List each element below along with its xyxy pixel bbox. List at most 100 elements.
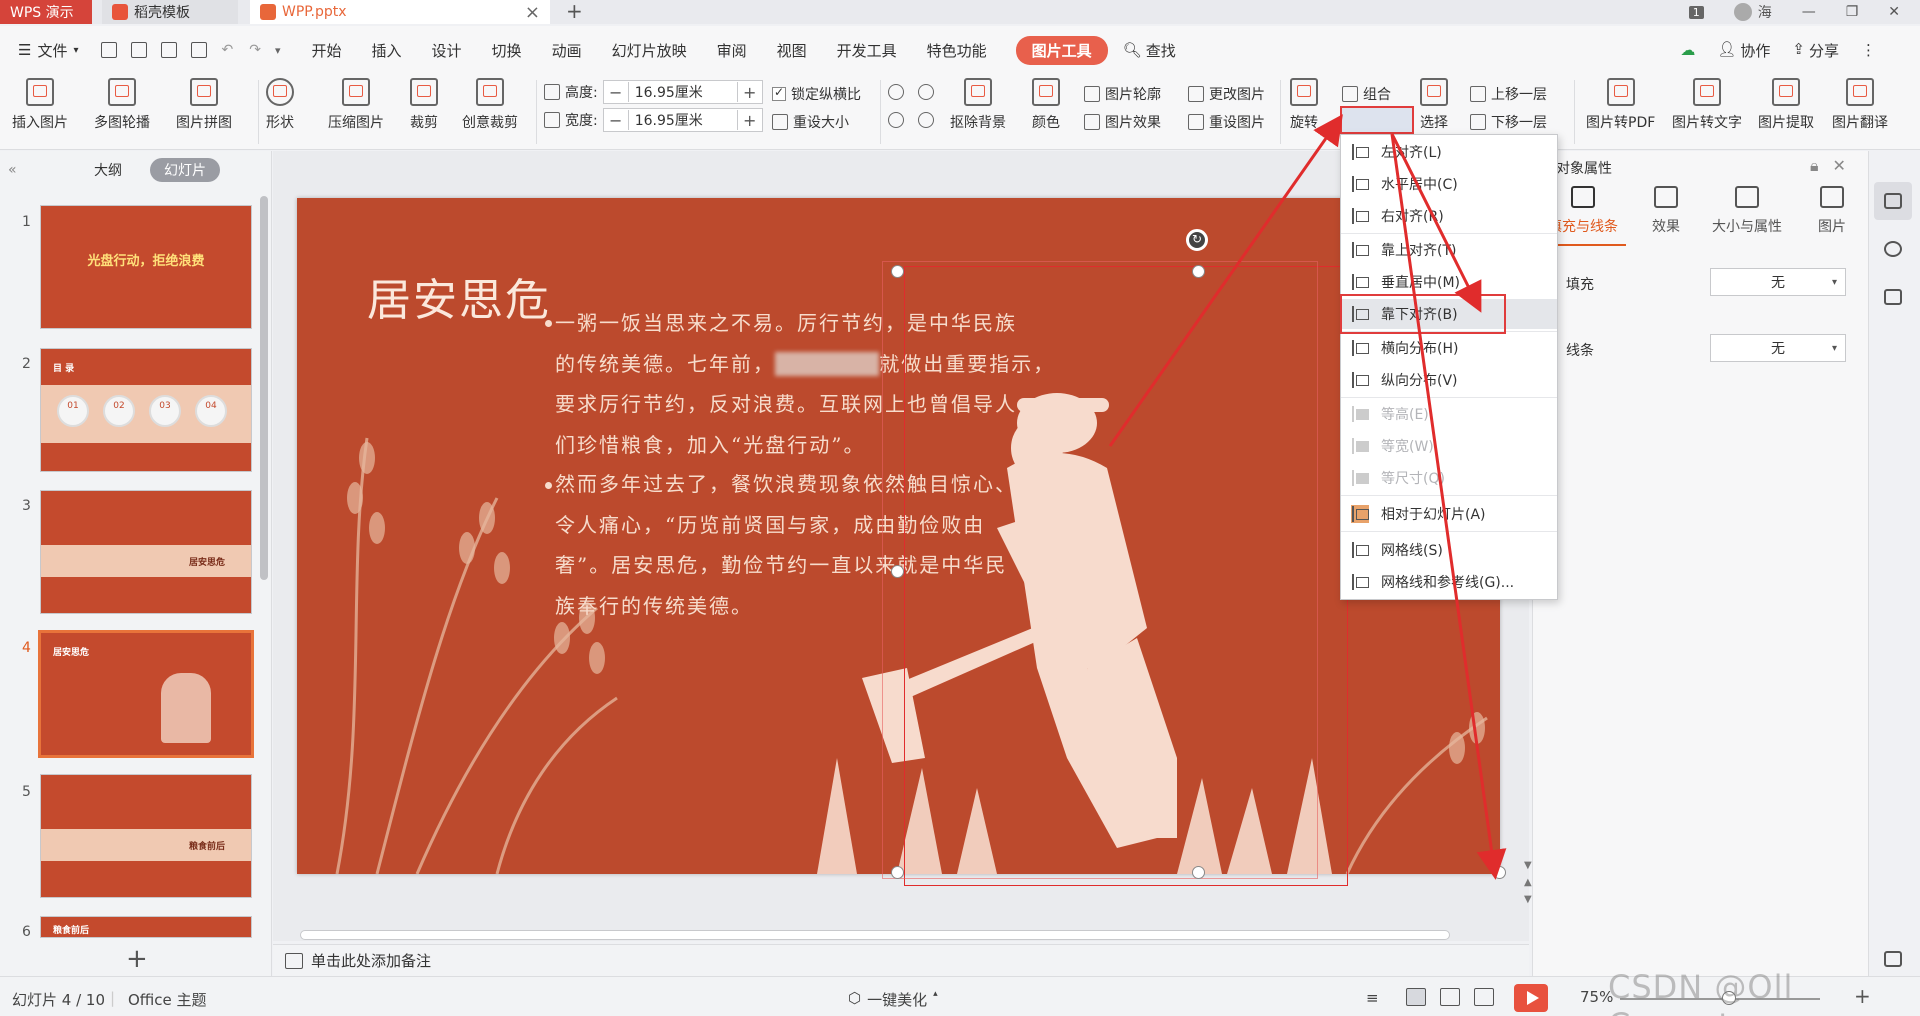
multi-carousel-button[interactable]: 多图轮播 bbox=[94, 78, 150, 132]
width-stepper[interactable]: − 16.95厘米 + bbox=[602, 108, 763, 132]
group-button[interactable]: 组合 bbox=[1342, 84, 1391, 104]
reset-size-button[interactable]: 重设大小 bbox=[772, 112, 849, 132]
notes-toggle-icon[interactable]: ≡ bbox=[1366, 989, 1379, 1007]
crop-button[interactable]: 裁剪 bbox=[410, 78, 438, 132]
brightness-up-icon[interactable] bbox=[888, 84, 904, 100]
resize-handle-bottom[interactable] bbox=[1192, 866, 1205, 879]
collaborate-button[interactable]: 👤︎ 协作 bbox=[1717, 40, 1770, 61]
star-sidebar-button[interactable] bbox=[1874, 230, 1912, 268]
print-icon[interactable] bbox=[160, 42, 177, 58]
cloud-sync-icon[interactable]: ☁ bbox=[1680, 41, 1695, 59]
slide-thumbnail-3[interactable]: 居安思危 bbox=[40, 490, 252, 614]
creative-crop-button[interactable]: 创意裁剪 bbox=[462, 78, 518, 132]
brightness-down-icon[interactable] bbox=[888, 112, 904, 128]
properties-title[interactable]: 对象属性 bbox=[1556, 158, 1612, 178]
horizontal-scrollbar[interactable] bbox=[300, 930, 1450, 940]
normal-view-icon[interactable] bbox=[1406, 988, 1426, 1006]
minimize-icon[interactable]: — bbox=[1802, 4, 1816, 20]
menu-item-relative-to-slide[interactable]: 相对于幻灯片(A) bbox=[1341, 499, 1557, 529]
search-box[interactable]: 🔍︎ 查找 bbox=[1108, 40, 1191, 61]
image-outline-button[interactable]: 图片轮廓 bbox=[1084, 84, 1161, 104]
menu-transition[interactable]: 切换 bbox=[477, 40, 537, 61]
file-menu[interactable]: ☰ 文件 ▾ bbox=[0, 40, 94, 61]
shape-button[interactable]: 形状 bbox=[266, 78, 294, 132]
preview-icon[interactable] bbox=[190, 42, 207, 58]
menu-home[interactable]: 开始 bbox=[297, 40, 357, 61]
new-tab-button[interactable]: + bbox=[566, 0, 583, 24]
resize-handle-top[interactable] bbox=[1192, 265, 1205, 278]
collapse-panel-icon[interactable]: « bbox=[8, 162, 17, 178]
height-stepper[interactable]: − 16.95厘米 + bbox=[602, 80, 763, 104]
bring-forward-button[interactable]: 上移一层 bbox=[1470, 84, 1547, 104]
resize-handle-bottom-right[interactable] bbox=[1493, 866, 1506, 879]
beautify-button[interactable]: ⬡ 一键美化 ▴ bbox=[848, 989, 938, 1010]
tab-daoke-template[interactable]: 稻壳模板 bbox=[102, 0, 238, 24]
slide-thumbnail-1[interactable]: 光盘行动，拒绝浪费 bbox=[40, 205, 252, 329]
tab-effects[interactable]: 效果 bbox=[1652, 186, 1680, 236]
insert-image-button[interactable]: 插入图片 bbox=[12, 78, 68, 132]
image-to-pdf-button[interactable]: 图片转PDF bbox=[1586, 78, 1655, 132]
menu-item-gridlines[interactable]: 网格线(S) bbox=[1341, 535, 1557, 565]
menu-insert[interactable]: 插入 bbox=[357, 40, 417, 61]
share-button[interactable]: ⇪ 分享 bbox=[1792, 40, 1839, 61]
menu-item-align-middle[interactable]: 垂直居中(M) bbox=[1341, 267, 1557, 297]
height-input[interactable]: 16.95厘米 bbox=[627, 82, 738, 102]
compress-image-button[interactable]: 压缩图片 bbox=[328, 78, 384, 132]
slide-thumbnail-6[interactable]: 粮食前后 bbox=[40, 916, 252, 938]
export-icon[interactable] bbox=[130, 42, 147, 58]
slide-thumbnail-4[interactable]: 居安思危 bbox=[38, 630, 254, 758]
user-avatar[interactable]: 海 bbox=[1733, 2, 1772, 22]
image-translate-button[interactable]: 图片翻译 bbox=[1832, 78, 1888, 132]
add-slide-button[interactable]: + bbox=[126, 944, 148, 974]
menu-item-distribute-h[interactable]: 横向分布(H) bbox=[1341, 333, 1557, 363]
redo-icon[interactable]: ↷ bbox=[249, 42, 261, 58]
increase-height-button[interactable]: + bbox=[738, 83, 762, 102]
tab-picture[interactable]: 图片 bbox=[1818, 186, 1846, 236]
window-count-badge[interactable]: 1 bbox=[1688, 5, 1704, 19]
image-effect-button[interactable]: 图片效果 bbox=[1084, 112, 1161, 132]
image-to-text-button[interactable]: 图片转文字 bbox=[1672, 78, 1742, 132]
menu-item-align-right[interactable]: 右对齐(R) bbox=[1341, 201, 1557, 231]
send-backward-button[interactable]: 下移一层 bbox=[1470, 112, 1547, 132]
menu-item-align-top[interactable]: 靠上对齐(T) bbox=[1341, 235, 1557, 265]
menu-design[interactable]: 设计 bbox=[417, 40, 477, 61]
save-icon[interactable] bbox=[100, 42, 117, 58]
decrease-width-button[interactable]: − bbox=[604, 111, 628, 130]
slide-thumbnail-5[interactable]: 粮食前后 bbox=[40, 774, 252, 898]
menu-slideshow[interactable]: 幻灯片放映 bbox=[597, 40, 702, 61]
tab-wps-presentation[interactable]: WPS 演示 bbox=[0, 0, 92, 24]
line-select[interactable]: 无 ▾ bbox=[1710, 334, 1846, 362]
customize-chevron-icon[interactable]: ▾ bbox=[275, 44, 281, 57]
scroll-down-icon[interactable]: ▼ bbox=[1524, 860, 1532, 871]
play-slideshow-button[interactable] bbox=[1514, 984, 1548, 1012]
page-up-icon[interactable]: ▲ bbox=[1524, 877, 1532, 888]
menu-animation[interactable]: 动画 bbox=[537, 40, 597, 61]
width-input[interactable]: 16.95厘米 bbox=[627, 110, 738, 130]
copy-sidebar-button[interactable] bbox=[1874, 278, 1912, 316]
more-icon[interactable]: ⋮ bbox=[1861, 41, 1876, 59]
properties-sidebar-button[interactable] bbox=[1874, 182, 1912, 220]
reading-view-icon[interactable] bbox=[1474, 988, 1494, 1006]
close-panel-icon[interactable]: ✕ bbox=[1833, 156, 1846, 176]
select-button[interactable]: 选择 bbox=[1420, 78, 1448, 132]
notes-bar[interactable]: 单击此处添加备注 bbox=[273, 944, 1529, 976]
rotate-handle-icon[interactable]: ↻ bbox=[1186, 229, 1208, 251]
theme-name[interactable]: Office 主题 bbox=[128, 989, 207, 1010]
image-extract-button[interactable]: 图片提取 bbox=[1758, 78, 1814, 132]
tab-outline[interactable]: 大纲 bbox=[80, 158, 136, 182]
slide-thumbnail-2[interactable]: 目 录 01 02 03 04 bbox=[40, 348, 252, 472]
close-window-icon[interactable]: ✕ bbox=[1888, 4, 1900, 20]
lock-icon[interactable]: 🔒︎ bbox=[1810, 156, 1819, 176]
contrast-down-icon[interactable] bbox=[918, 112, 934, 128]
undo-icon[interactable]: ↶ bbox=[222, 42, 234, 58]
tab-document[interactable]: WPP.pptx × bbox=[250, 0, 550, 24]
resize-handle-bottom-left[interactable] bbox=[891, 866, 904, 879]
fill-select[interactable]: 无 ▾ bbox=[1710, 268, 1846, 296]
color-button[interactable]: 颜色 bbox=[1032, 78, 1060, 132]
page-down-icon[interactable]: ▼ bbox=[1524, 894, 1532, 905]
thumbnail-scrollbar[interactable] bbox=[260, 196, 268, 580]
menu-view[interactable]: 视图 bbox=[762, 40, 822, 61]
menu-item-gridlines-guides[interactable]: 网格线和参考线(G)... bbox=[1341, 567, 1557, 597]
menu-features[interactable]: 特色功能 bbox=[912, 40, 1002, 61]
change-image-button[interactable]: 更改图片 bbox=[1188, 84, 1265, 104]
